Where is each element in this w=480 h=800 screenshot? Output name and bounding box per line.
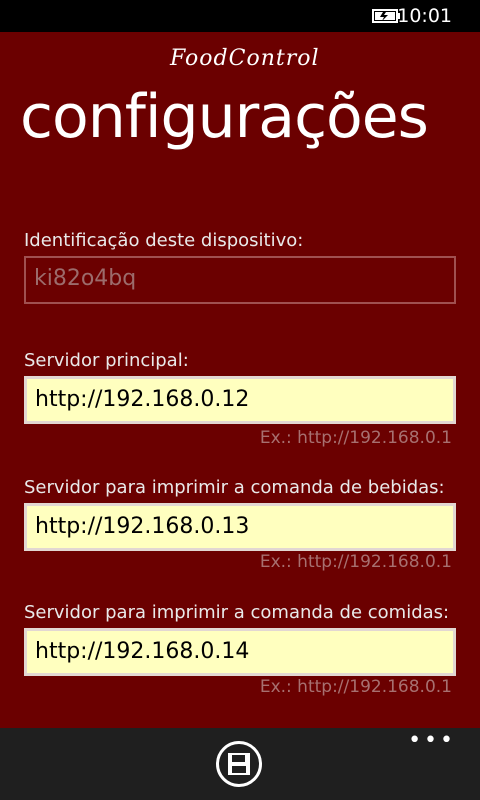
save-button[interactable] — [216, 741, 262, 787]
drinks-server-hint: Ex.: http://192.168.0.1 — [259, 552, 452, 572]
main-server-label: Servidor principal: — [24, 350, 189, 371]
clock: 10:01 — [397, 5, 452, 27]
food-server-hint: Ex.: http://192.168.0.1 — [259, 677, 452, 697]
device-id-field: ki82o4bq — [24, 256, 456, 304]
main-server-input[interactable]: http://192.168.0.12 — [24, 376, 456, 424]
status-bar: 10:01 — [0, 0, 480, 32]
drinks-server-input[interactable]: http://192.168.0.13 — [24, 503, 456, 551]
device-id-label: Identificação deste dispositivo: — [24, 230, 304, 251]
food-server-input[interactable]: http://192.168.0.14 — [24, 628, 456, 676]
drinks-server-label: Servidor para imprimir a comanda de bebi… — [24, 477, 445, 498]
app-bar: ••• — [0, 728, 480, 800]
main-server-hint: Ex.: http://192.168.0.1 — [259, 428, 452, 448]
app-logo-text: FoodControl — [170, 46, 320, 71]
more-options-button[interactable]: ••• — [408, 730, 456, 752]
food-server-label: Servidor para imprimir a comanda de comi… — [24, 602, 450, 623]
save-icon — [228, 753, 250, 775]
page-title: configurações — [20, 82, 429, 152]
app-logo: FoodControl — [170, 46, 330, 80]
